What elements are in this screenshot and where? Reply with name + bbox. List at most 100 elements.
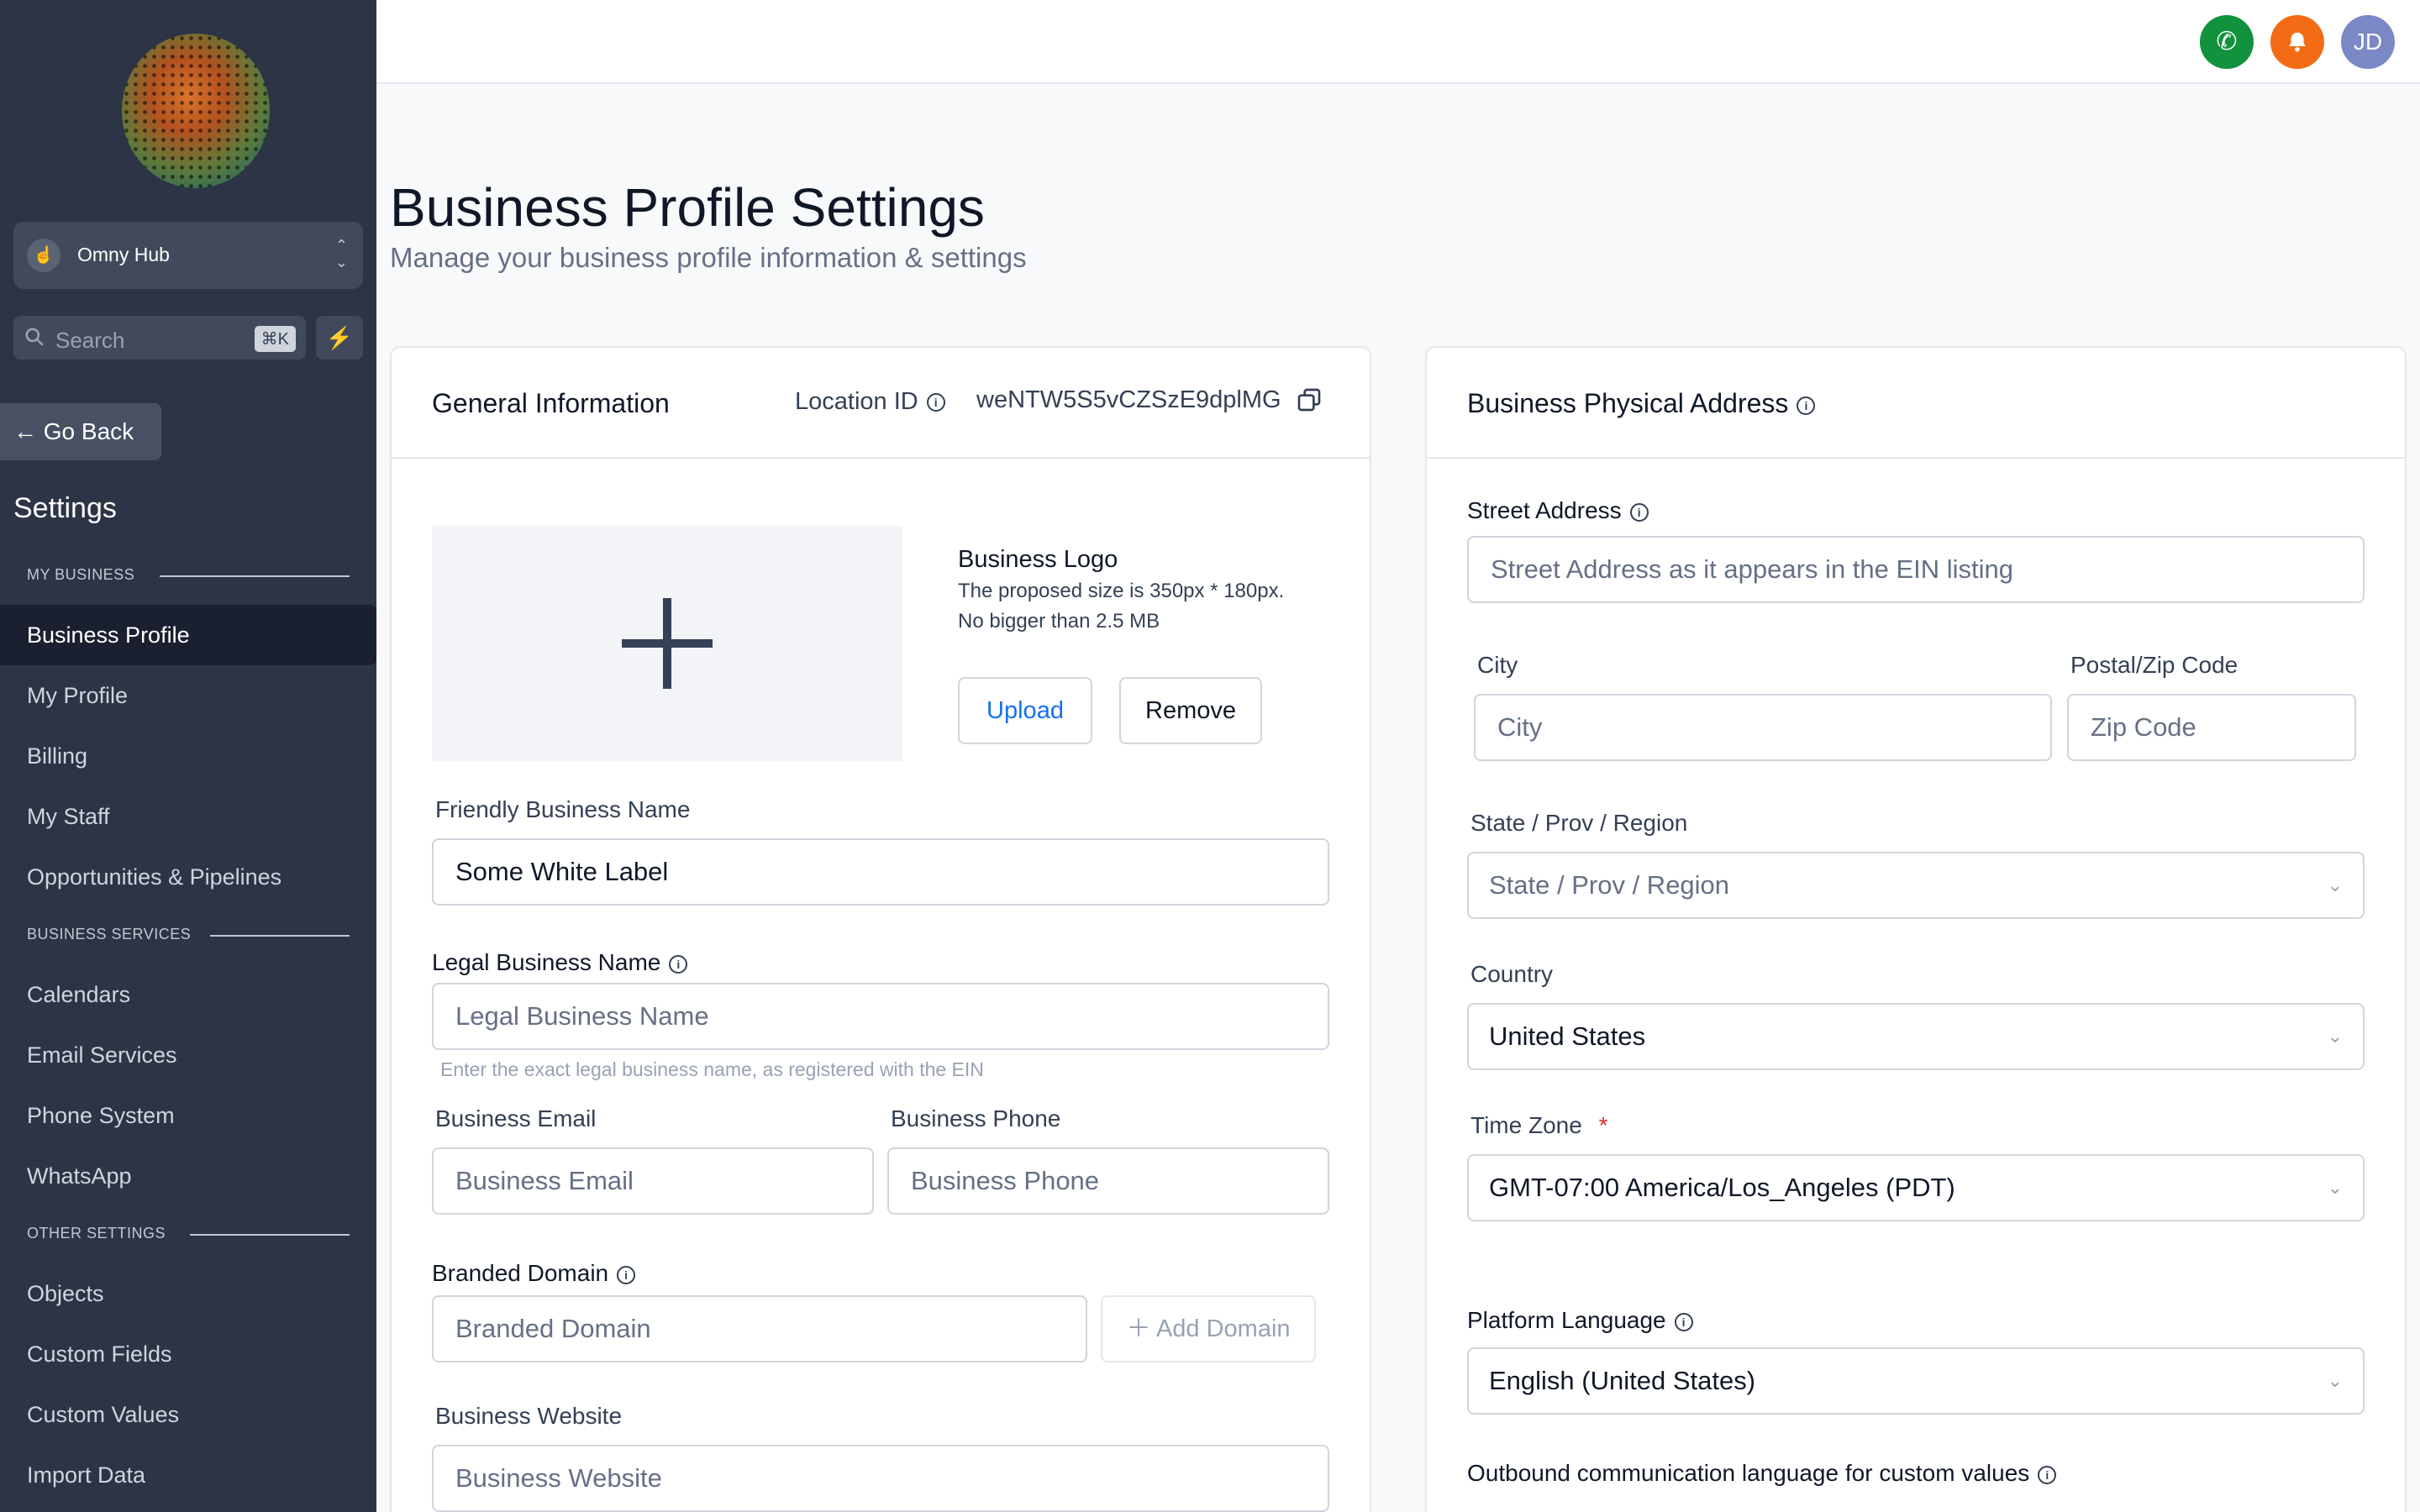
- page-subtitle: Manage your business profile information…: [390, 242, 1027, 273]
- divider: [160, 575, 350, 577]
- add-domain-button[interactable]: ＋ Add Domain: [1101, 1295, 1316, 1362]
- info-icon: i: [669, 954, 688, 974]
- required-marker: *: [1598, 1112, 1608, 1138]
- card-header: General Information Location ID i weNTW5S…: [392, 348, 1370, 459]
- friendly-name-label: Friendly Business Name: [435, 796, 691, 822]
- branded-domain-label-text: Branded Domain: [432, 1260, 609, 1286]
- platform-language-label-text: Platform Language: [1467, 1307, 1666, 1333]
- state-label: State / Prov / Region: [1470, 810, 1688, 836]
- info-icon: i: [1797, 396, 1816, 415]
- branded-domain-input[interactable]: [432, 1295, 1087, 1362]
- sidebar-item-import-data[interactable]: Import Data: [0, 1445, 376, 1505]
- business-phone-input[interactable]: [887, 1147, 1329, 1215]
- sidebar-item-business-profile[interactable]: Business Profile: [0, 605, 376, 665]
- sidebar-item-calendars[interactable]: Calendars: [0, 964, 376, 1025]
- platform-language-select[interactable]: English (United States) ⌄: [1467, 1347, 2365, 1415]
- street-address-input[interactable]: [1467, 536, 2365, 603]
- sidebar-item-label: Calendars: [27, 982, 131, 1007]
- section-other-settings: OTHER SETTINGS: [27, 1225, 166, 1242]
- card-title: General Information: [432, 388, 670, 418]
- settings-title: Settings: [13, 492, 117, 524]
- sidebar-item-custom-values[interactable]: Custom Values: [0, 1384, 376, 1445]
- search-input[interactable]: Search ⌘K: [13, 316, 306, 360]
- card-header: Business Physical Address i: [1427, 348, 2405, 459]
- business-website-input[interactable]: [432, 1445, 1329, 1512]
- account-name: Omny Hub: [77, 244, 170, 265]
- business-address-card: Business Physical Address i Street Addres…: [1425, 346, 2407, 1512]
- sidebar-item-opportunities[interactable]: Opportunities & Pipelines: [0, 847, 376, 907]
- add-domain-label: Add Domain: [1155, 1315, 1291, 1342]
- chevron-down-icon: ⌄: [2327, 1026, 2343, 1047]
- avatar[interactable]: JD: [2341, 15, 2395, 69]
- chevron-down-icon: ⌄: [2327, 1370, 2343, 1391]
- sidebar: ☝ Omny Hub ⌃ ⌄ Search ⌘K ⚡ ← Go Back Sett…: [0, 0, 376, 1512]
- search-icon: [25, 328, 44, 346]
- business-email-input[interactable]: [432, 1147, 874, 1215]
- sidebar-item-label: Objects: [27, 1281, 104, 1306]
- upload-button[interactable]: Upload: [958, 677, 1092, 744]
- page-title: Business Profile Settings: [390, 177, 985, 238]
- sidebar-item-label: Email Services: [27, 1042, 177, 1068]
- section-business-services: BUSINESS SERVICES: [27, 926, 192, 942]
- sidebar-item-label: Custom Values: [27, 1402, 180, 1427]
- location-id-label-text: Location ID: [795, 388, 918, 415]
- sidebar-item-objects[interactable]: Objects: [0, 1263, 376, 1324]
- notifications-button[interactable]: [2270, 15, 2324, 69]
- country-select-value: United States: [1489, 1021, 1646, 1051]
- quick-actions-button[interactable]: ⚡: [316, 316, 363, 360]
- business-phone-label: Business Phone: [891, 1105, 1061, 1131]
- general-information-card: General Information Location ID i weNTW5S…: [390, 346, 1371, 1512]
- phone-button[interactable]: ✆: [2200, 15, 2254, 69]
- location-id-label: Location ID i: [795, 388, 945, 416]
- chevron-down-icon: ⌄: [2327, 874, 2343, 895]
- sidebar-item-whatsapp[interactable]: WhatsApp: [0, 1146, 376, 1206]
- pointer-icon: ☝: [27, 239, 60, 272]
- section-my-business: MY BUSINESS: [27, 566, 135, 583]
- search-shortcut: ⌘K: [254, 326, 296, 352]
- country-label: Country: [1470, 961, 1554, 987]
- street-address-label-text: Street Address: [1467, 497, 1622, 523]
- remove-button[interactable]: Remove: [1119, 677, 1262, 744]
- timezone-select-value: GMT-07:00 America/Los_Angeles (PDT): [1489, 1173, 1955, 1202]
- location-id-value: weNTW5S5vCZSzE9dplMG: [976, 386, 1281, 413]
- sidebar-item-email-services[interactable]: Email Services: [0, 1025, 376, 1085]
- sidebar-item-custom-fields[interactable]: Custom Fields: [0, 1324, 376, 1384]
- legal-name-label: Legal Business Name i: [432, 949, 688, 976]
- sidebar-item-label: My Profile: [27, 683, 129, 708]
- copy-icon[interactable]: [1296, 386, 1323, 413]
- account-switcher[interactable]: ☝ Omny Hub ⌃ ⌄: [13, 222, 363, 289]
- info-icon: i: [2038, 1465, 2057, 1484]
- legal-name-hint: Enter the exact legal business name, as …: [440, 1058, 984, 1080]
- go-back-label: Go Back: [43, 418, 134, 444]
- sidebar-item-label: Import Data: [27, 1462, 146, 1488]
- top-bar: ✆ JD: [376, 0, 2420, 84]
- arrow-left-icon: ←: [13, 418, 37, 444]
- sidebar-item-my-profile[interactable]: My Profile: [0, 665, 376, 726]
- timezone-label-text: Time Zone: [1470, 1112, 1582, 1138]
- state-select[interactable]: State / Prov / Region ⌄: [1467, 852, 2365, 919]
- sidebar-item-phone-system[interactable]: Phone System: [0, 1085, 376, 1146]
- outbound-language-label-text: Outbound communication language for cust…: [1467, 1460, 2030, 1486]
- sidebar-item-label: Custom Fields: [27, 1341, 172, 1367]
- logo-dropzone[interactable]: [432, 526, 902, 761]
- street-address-label: Street Address i: [1467, 497, 1649, 524]
- sidebar-item-label: Opportunities & Pipelines: [27, 864, 282, 890]
- sidebar-item-my-staff[interactable]: My Staff: [0, 786, 376, 847]
- legal-name-input[interactable]: [432, 983, 1329, 1050]
- timezone-select[interactable]: GMT-07:00 America/Los_Angeles (PDT) ⌄: [1467, 1154, 2365, 1221]
- branded-domain-label: Branded Domain i: [432, 1260, 636, 1287]
- phone-icon: ✆: [2216, 28, 2238, 55]
- bell-icon: [2289, 32, 2306, 52]
- timezone-label: Time Zone *: [1470, 1112, 1607, 1139]
- business-website-label: Business Website: [435, 1403, 623, 1429]
- city-input[interactable]: [1474, 694, 2052, 761]
- legal-name-label-text: Legal Business Name: [432, 949, 661, 975]
- sidebar-item-label: Business Profile: [27, 622, 190, 648]
- go-back-button[interactable]: ← Go Back: [0, 403, 161, 460]
- zip-input[interactable]: [2067, 694, 2356, 761]
- sidebar-item-billing[interactable]: Billing: [0, 726, 376, 786]
- country-select[interactable]: United States ⌄: [1467, 1003, 2365, 1070]
- chevron-updown-icon: ⌃ ⌄: [334, 237, 348, 270]
- friendly-name-input[interactable]: Some White Label: [432, 838, 1329, 906]
- logo-hint-size: The proposed size is 350px * 180px.: [958, 580, 1285, 602]
